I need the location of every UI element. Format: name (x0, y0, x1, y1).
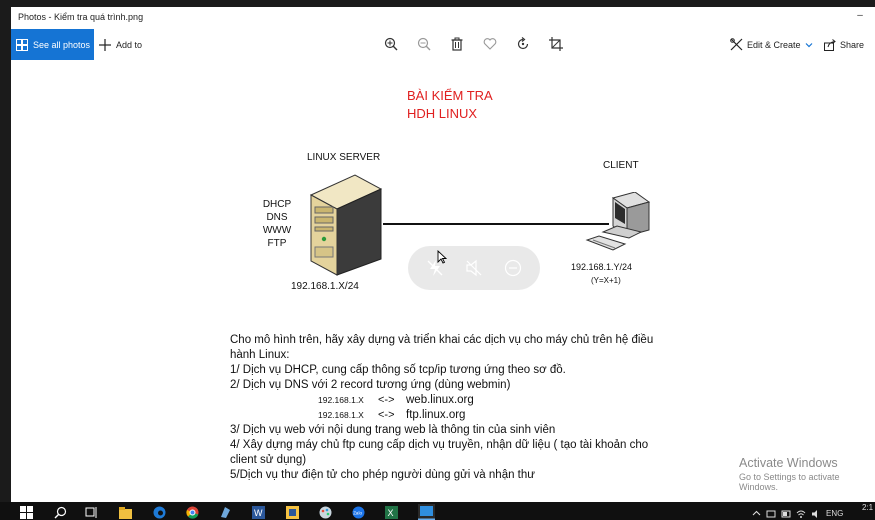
word-icon[interactable]: W (252, 506, 265, 519)
edit-create-label: Edit & Create (747, 39, 801, 50)
edit-create-button[interactable]: Edit & Create (730, 29, 813, 60)
watermark-line-1: Activate Windows (739, 456, 838, 470)
body-line: 3/ Dịch vụ web với nội dung trang web là… (230, 424, 556, 436)
add-to-button[interactable]: Add to (99, 29, 142, 60)
stop-icon[interactable] (504, 259, 522, 277)
chevron-down-icon (805, 42, 812, 47)
title-line-1: BÀI KIỂM TRA (407, 88, 493, 103)
body-line: hành Linux: (230, 349, 290, 361)
mute-icon[interactable] (465, 259, 483, 277)
server-tower-icon (309, 174, 383, 276)
dns-record-row: 192.168.1.X <-> ftp.linux.org (230, 408, 720, 423)
photos-icon[interactable] (418, 504, 435, 520)
system-tray: ENG (752, 507, 843, 520)
windows-start-icon[interactable] (20, 506, 33, 519)
add-to-label: Add to (116, 39, 143, 50)
dns-record-row: 192.168.1.X <-> web.linux.org (230, 393, 720, 408)
document-title: BÀI KIỂM TRA HDH LINUX (407, 87, 493, 123)
body-line: 1/ Dịch vụ DHCP, cung cấp thông số tcp/i… (230, 364, 566, 376)
server-services-list: DHCP DNS WWW FTP (257, 198, 297, 250)
task-view-icon[interactable] (85, 506, 98, 519)
battery-icon[interactable] (781, 509, 791, 519)
watermark-line-2: Go to Settings to activate Windows. (739, 472, 840, 492)
clock[interactable]: 2:1 (862, 503, 873, 512)
excel-icon[interactable]: X (385, 506, 398, 519)
zalo-icon[interactable]: Zalo (352, 506, 365, 519)
share-icon (824, 38, 836, 51)
service-item: DNS (266, 212, 288, 223)
file-explorer-icon[interactable] (119, 506, 132, 519)
activate-windows-watermark: Activate Windows Go to Settings to activ… (739, 456, 875, 492)
media-controls-overlay (408, 246, 540, 290)
taskbar: W Zalo X ENG 2:1 (0, 502, 875, 520)
svg-text:Zalo: Zalo (353, 511, 362, 516)
dns-record-ip: 192.168.1.X (318, 410, 364, 420)
server-label: LINUX SERVER (307, 152, 381, 163)
app-icon[interactable] (219, 506, 232, 519)
window-title: Photos - Kiểm tra quá trình.png (18, 12, 144, 22)
language-indicator[interactable]: ENG (826, 509, 843, 518)
body-line: 4/ Xây dựng máy chủ ftp cung cấp dịch vụ… (230, 439, 649, 451)
network-link-line (383, 223, 609, 225)
notes-icon[interactable] (286, 506, 299, 519)
volume-icon[interactable] (811, 509, 821, 519)
photos-grid-icon (16, 38, 28, 51)
plus-icon (99, 38, 111, 51)
mouse-cursor-icon (437, 250, 447, 264)
title-bar: Photos - Kiểm tra quá trình.png – (11, 7, 875, 29)
assignment-text: Cho mô hình trên, hãy xây dựng và triển … (230, 333, 720, 483)
dns-record-ip: 192.168.1.X (318, 395, 364, 405)
dns-record-arrow: <-> (378, 409, 395, 421)
photos-window: Photos - Kiểm tra quá trình.png – See al… (11, 7, 875, 502)
body-line: 5/Dịch vụ thư điện tử cho phép người dùn… (230, 469, 535, 481)
wifi-icon[interactable] (796, 509, 806, 519)
favorite-icon[interactable] (483, 37, 497, 51)
chrome-icon[interactable] (186, 506, 199, 519)
client-label: CLIENT (603, 160, 639, 171)
svg-text:W: W (254, 508, 263, 518)
photo-canvas: BÀI KIỂM TRA HDH LINUX LINUX SERVER CLIE… (11, 60, 875, 502)
crop-icon[interactable] (549, 37, 563, 51)
service-item: DHCP (262, 199, 292, 210)
body-line: client sử dụng) (230, 454, 307, 466)
paint-icon[interactable] (319, 506, 332, 519)
edit-icon (730, 38, 743, 51)
client-ip-formula: (Y=X+1) (591, 276, 621, 285)
title-line-2: HDH LINUX (407, 106, 478, 121)
dns-record-name: ftp.linux.org (406, 409, 466, 421)
see-all-photos-button[interactable]: See all photos (11, 29, 94, 60)
server-ip: 192.168.1.X/24 (291, 281, 359, 292)
body-line: Cho mô hình trên, hãy xây dựng và triển … (230, 334, 654, 346)
body-line: 2/ Dịch vụ DNS với 2 record tương ứng (d… (230, 379, 511, 391)
client-ip: 192.168.1.Y/24 (571, 262, 633, 272)
network-icon[interactable] (766, 509, 776, 519)
service-item: FTP (267, 238, 287, 249)
share-label: Share (840, 39, 865, 50)
rotate-icon[interactable] (516, 37, 530, 51)
toolbar: See all photos Add to Edit & Create Shar… (11, 29, 875, 60)
minimize-button[interactable]: – (853, 10, 867, 24)
dns-record-name: web.linux.org (406, 394, 474, 406)
see-all-photos-label: See all photos (33, 39, 91, 50)
client-computer-icon (585, 192, 651, 251)
zoom-in-icon[interactable] (384, 37, 398, 51)
svg-text:X: X (388, 508, 394, 518)
dns-record-arrow: <-> (378, 394, 395, 406)
share-button[interactable]: Share (824, 29, 864, 60)
edge-icon[interactable] (153, 506, 166, 519)
zoom-out-icon[interactable] (417, 37, 431, 51)
search-icon[interactable] (54, 506, 67, 519)
service-item: WWW (262, 225, 292, 236)
delete-icon[interactable] (450, 37, 464, 51)
chevron-up-icon[interactable] (752, 509, 761, 518)
